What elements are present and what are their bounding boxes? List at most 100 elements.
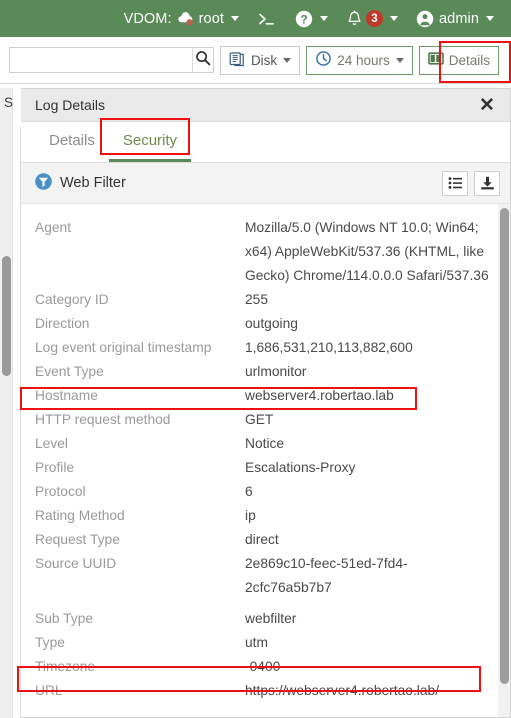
vdom-selector[interactable]: VDOM: root — [115, 0, 248, 37]
row-key: Type — [35, 635, 65, 650]
table-row-url: URL https://webserver4.robertao.lab/ — [21, 679, 498, 703]
row-value: https://webserver4.robertao.lab/ — [245, 683, 440, 698]
row-key: Event Type — [35, 364, 104, 379]
help-menu[interactable]: ? — [286, 0, 337, 37]
panel-split-icon — [427, 51, 444, 69]
details-label: Details — [448, 52, 490, 68]
background-text-fragment: S — [4, 95, 14, 110]
chevron-down-icon — [395, 57, 404, 63]
tab-security[interactable]: Security — [108, 122, 192, 162]
content-scrollbar-track[interactable] — [498, 204, 510, 717]
cli-console-button[interactable] — [248, 0, 286, 37]
tab-details[interactable]: Details — [35, 122, 109, 162]
search-input[interactable] — [9, 48, 192, 72]
search-button[interactable] — [191, 48, 213, 72]
page-scrollbar-thumb[interactable] — [2, 256, 11, 376]
disk-label: Disk — [250, 52, 278, 68]
chevron-down-icon — [283, 57, 292, 63]
chevron-down-icon — [231, 16, 239, 21]
svg-text:?: ? — [300, 12, 307, 26]
row-key: Request Type — [35, 532, 120, 547]
row-key: Category ID — [35, 292, 109, 307]
row-key: Log event original timestamp — [35, 340, 212, 355]
row-value: Notice — [245, 436, 285, 451]
user-name-label: admin — [439, 10, 479, 27]
dialog-header: Log Details ✕ — [21, 89, 510, 122]
time-range-button[interactable]: 24 hours — [306, 45, 413, 75]
row-value: 2e869c10-feec-51ed-7fd4-2cfc76a5b7b7 — [245, 556, 408, 595]
global-top-bar: VDOM: root ? 3 admin — [0, 0, 511, 37]
row-key: Agent — [35, 220, 72, 235]
row-key: Profile — [35, 460, 75, 475]
row-value: ip — [245, 508, 256, 523]
details-toggle-button[interactable]: Details — [418, 45, 499, 75]
table-row: Request Type direct — [21, 528, 498, 552]
user-menu[interactable]: admin — [407, 0, 503, 37]
clock-icon — [315, 50, 332, 70]
alert-count-badge: 3 — [366, 10, 383, 27]
row-key: Direction — [35, 316, 90, 331]
fortigate-log-details-screen: VDOM: root ? 3 admin Disk 24 hours Detai… — [0, 0, 511, 718]
table-row: HTTP request method GET — [21, 408, 498, 432]
list-view-icon[interactable] — [442, 170, 468, 196]
table-row: Source UUID 2e869c10-feec-51ed-7fd4-2cfc… — [21, 552, 498, 600]
log-details-dialog: Log Details ✕ Details Security Web Filte… — [21, 88, 511, 718]
row-value: utm — [245, 635, 268, 650]
log-details-table: Agent Mozilla/5.0 (Windows NT 10.0; Win6… — [21, 204, 498, 717]
help-question-icon: ? — [295, 10, 313, 28]
row-value: Escalations-Proxy — [245, 460, 356, 475]
row-value: 6 — [245, 484, 253, 499]
row-key: Sub Type — [35, 611, 94, 626]
section-actions — [442, 170, 500, 196]
close-icon[interactable]: ✕ — [474, 92, 500, 118]
row-value: -0400 — [245, 659, 281, 674]
log-view-toolbar: Disk 24 hours Details — [0, 37, 511, 84]
row-key: HTTP request method — [35, 412, 171, 427]
table-row: Direction outgoing — [21, 312, 498, 336]
row-value: outgoing — [245, 316, 298, 331]
row-key: Hostname — [35, 388, 98, 403]
row-value: Mozilla/5.0 (Windows NT 10.0; Win64; x64… — [245, 220, 489, 283]
tab-details-label: Details — [49, 132, 95, 149]
table-row: Category ID 255 — [21, 288, 498, 312]
chevron-down-icon — [320, 16, 328, 21]
alerts-menu[interactable]: 3 — [337, 0, 407, 37]
download-icon[interactable] — [474, 170, 500, 196]
row-key: Rating Method — [35, 508, 125, 523]
section-title-group: Web Filter — [35, 172, 442, 194]
row-value: 255 — [245, 292, 269, 307]
table-row: Profile Escalations-Proxy — [21, 456, 498, 480]
table-row: Protocol 6 — [21, 480, 498, 504]
vdom-value: root — [198, 10, 224, 27]
time-range-label: 24 hours — [337, 52, 390, 68]
row-key: URL — [35, 683, 63, 698]
table-row: Event Type urlmonitor — [21, 360, 498, 384]
web-filter-section-header: Web Filter — [21, 163, 510, 204]
row-key: Timezone — [35, 659, 96, 674]
content-scrollbar-thumb[interactable] — [499, 208, 509, 684]
page-scrollbar-track[interactable] — [0, 88, 13, 718]
dialog-tab-bar: Details Security — [21, 122, 510, 163]
row-value: 1,686,531,210,113,882,600 — [245, 340, 413, 355]
table-row: Rating Method ip — [21, 504, 498, 528]
table-row-hostname: Hostname webserver4.robertao.lab — [21, 384, 498, 408]
user-avatar-icon — [416, 10, 434, 28]
table-row: Level Notice — [21, 432, 498, 456]
log-location-disk-button[interactable]: Disk — [219, 45, 301, 75]
table-row: Sub Type webfilter — [21, 607, 498, 631]
dialog-title: Log Details — [35, 97, 106, 113]
row-value: direct — [245, 532, 279, 547]
row-value: webserver4.robertao.lab — [245, 388, 394, 403]
cloud-gear-icon — [177, 11, 194, 26]
table-row: Type utm — [21, 631, 498, 655]
table-row: Agent Mozilla/5.0 (Windows NT 10.0; Win6… — [21, 216, 498, 288]
log-details-table-wrap: Agent Mozilla/5.0 (Windows NT 10.0; Win6… — [21, 204, 510, 717]
vdom-label: VDOM: — [123, 10, 172, 27]
table-row: Timezone -0400 — [21, 655, 498, 679]
row-key: Source UUID — [35, 556, 117, 571]
search-field-group[interactable] — [8, 47, 214, 73]
bell-icon — [346, 9, 363, 28]
row-value: GET — [245, 412, 274, 427]
row-key: Level — [35, 436, 68, 451]
table-row: Log event original timestamp 1,686,531,2… — [21, 336, 498, 360]
